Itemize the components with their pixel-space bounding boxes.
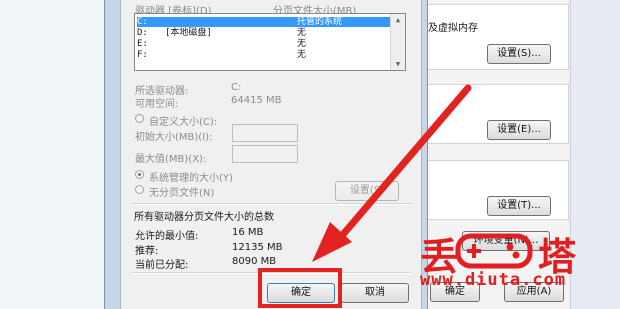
watermark-gamepad-icon [455, 233, 533, 269]
ok-button-highlight [258, 268, 342, 308]
arrow-shaft [336, 84, 472, 242]
watermark-url: www.diuta.com [420, 270, 567, 290]
